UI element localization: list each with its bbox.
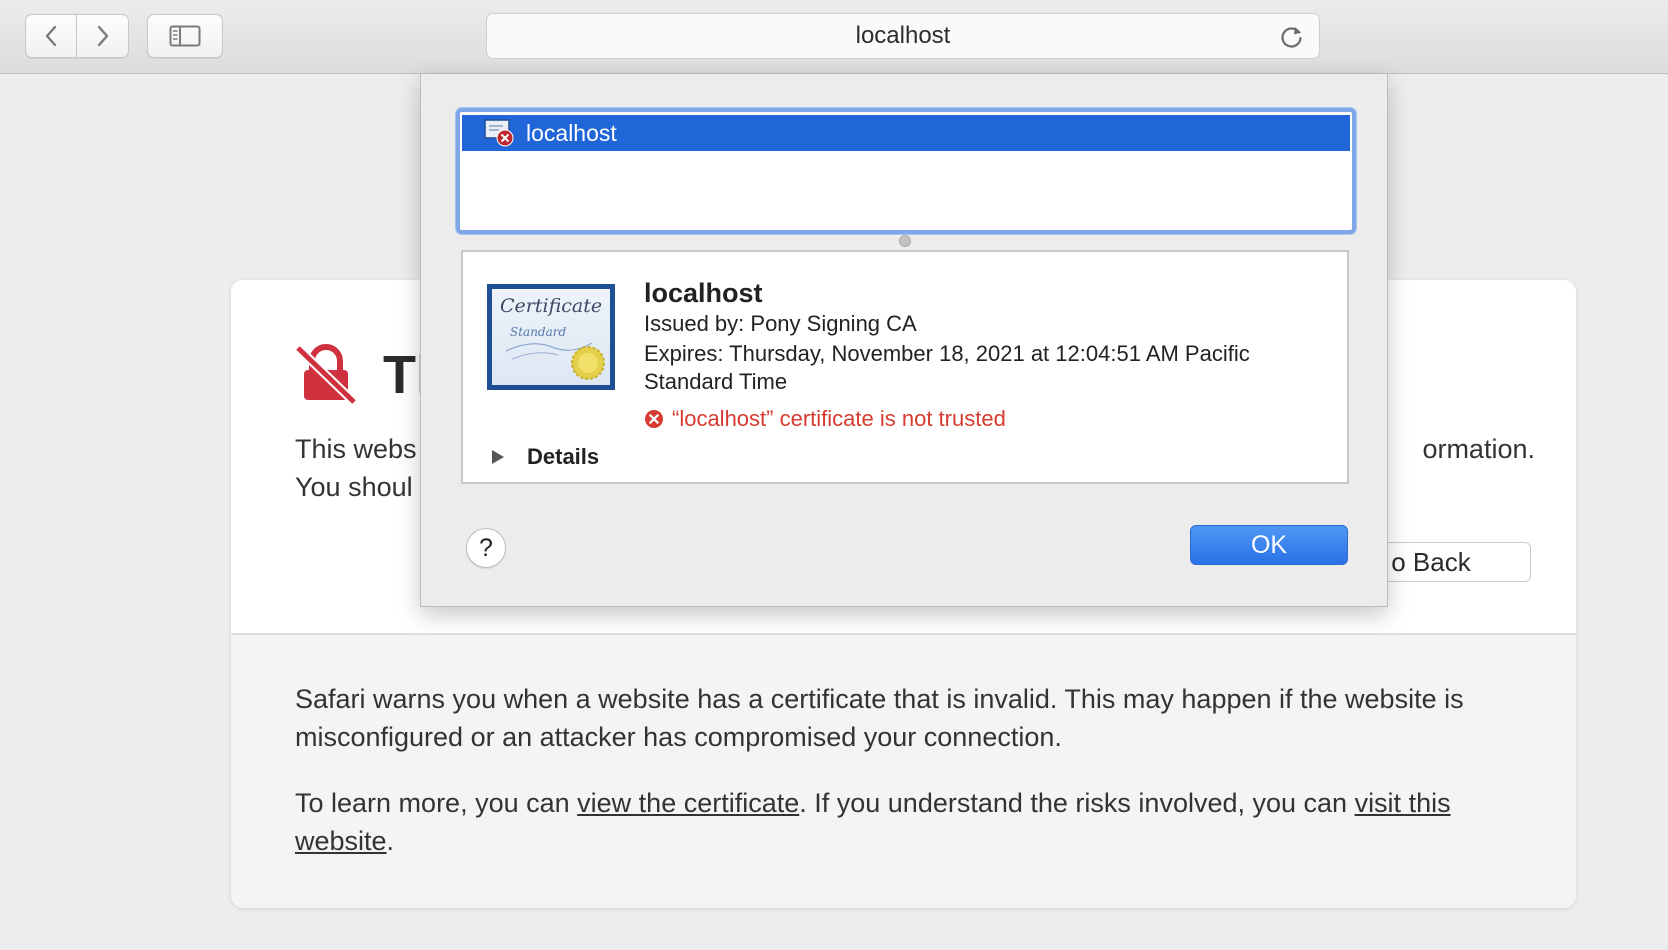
certificate-issuer: Issued by: Pony Signing CA: [644, 311, 917, 336]
sidebar-button[interactable]: [147, 14, 223, 58]
go-back-label: o Back: [1391, 546, 1471, 577]
splitter-handle[interactable]: [899, 235, 911, 247]
details-label: Details: [527, 444, 600, 469]
certificate-seal-icon: [505, 342, 605, 380]
certificate-list-item[interactable]: localhost: [462, 115, 1350, 151]
error-icon: [645, 410, 663, 428]
address-text: localhost: [855, 22, 951, 49]
safari-warning-explanation: Safari warns you when a website has a ce…: [295, 684, 1464, 752]
back-button[interactable]: [26, 15, 78, 57]
sidebar-icon: [169, 25, 201, 47]
ok-label: OK: [1250, 530, 1288, 559]
learn-more-text: To learn more, you can: [295, 788, 578, 818]
certificate-image: Certificate Standard: [487, 284, 615, 390]
certificate-error-text: “localhost” certificate is not trusted: [672, 406, 1006, 431]
navigation-buttons: [25, 14, 129, 58]
certificate-expiry: Expires: Thursday, November 18, 2021 at …: [644, 341, 1250, 394]
help-button[interactable]: ?: [466, 528, 506, 568]
risks-text: . If you understand the risks involved, …: [799, 788, 1355, 818]
disclosure-triangle-icon[interactable]: [491, 449, 505, 465]
forward-button[interactable]: [77, 15, 128, 57]
certificate-name: localhost: [644, 278, 763, 308]
chevron-left-icon: [45, 25, 57, 47]
reload-icon[interactable]: [1279, 24, 1305, 50]
certificate-error-icon: [484, 118, 514, 148]
period-text: .: [386, 826, 395, 856]
certificate-trust-error: “localhost” certificate is not trusted: [644, 406, 1006, 432]
certificate-sheet: localhost Certificate Standard localhost…: [420, 74, 1388, 607]
certificate-detail-pane: Certificate Standard localhost Issued by…: [461, 250, 1349, 484]
warning-line-1: This webs: [295, 434, 417, 464]
ok-button[interactable]: OK: [1190, 525, 1348, 565]
help-label: ?: [479, 533, 493, 562]
view-certificate-link[interactable]: view the certificate: [577, 788, 799, 818]
warning-line-1-end: ormation.: [1422, 434, 1535, 464]
certificate-list-item-label: localhost: [526, 119, 617, 146]
broken-lock-icon: [294, 344, 358, 404]
details-disclosure[interactable]: Details: [491, 444, 599, 470]
learn-more-paragraph: To learn more, you can view the certific…: [295, 784, 1535, 860]
address-bar[interactable]: localhost: [486, 13, 1320, 59]
browser-toolbar: localhost: [0, 0, 1668, 74]
chevron-right-icon: [97, 25, 108, 47]
certificate-chain-list[interactable]: localhost: [456, 108, 1356, 234]
